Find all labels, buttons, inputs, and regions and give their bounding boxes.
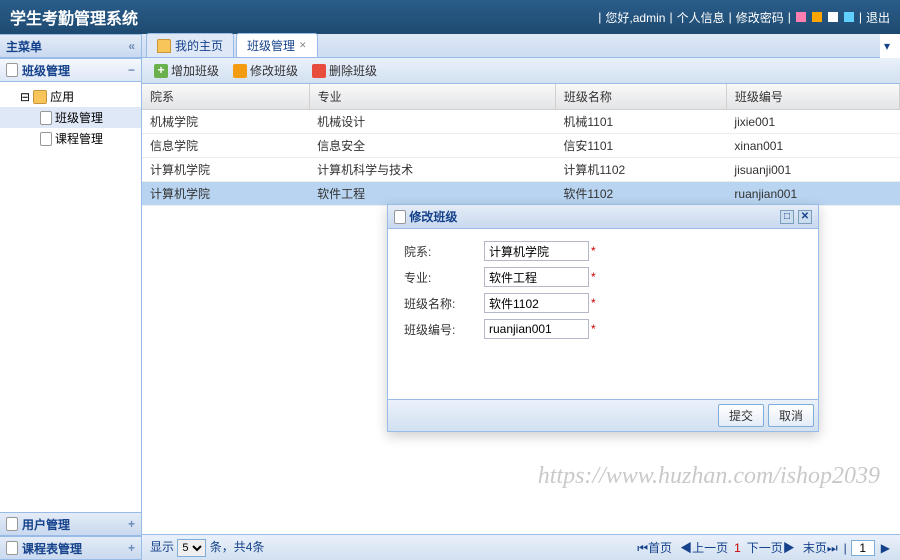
del-button[interactable]: 删除班级 [306,60,383,81]
page-icon [6,517,18,531]
greeting-text: 您好,admin [605,9,665,26]
theme-white[interactable] [828,12,838,22]
expand-icon: ⊟ [20,90,30,104]
tree-item-course[interactable]: 课程管理 [0,128,141,149]
required-icon: * [591,322,596,336]
theme-pink[interactable] [796,12,806,22]
input-dept[interactable] [484,241,589,261]
tab-menu-icon[interactable]: ▾ [880,39,894,53]
tree-item-class[interactable]: 班级管理 [0,107,141,128]
edit-icon [233,64,247,78]
sidebar: 主菜单 « 班级管理 − ⊟ 应用 班级管理 课程管理 用户管理 + [0,34,142,560]
first-page-button[interactable]: ⏮首页 [635,539,674,556]
col-class[interactable]: 班级名称 [555,84,726,110]
add-button[interactable]: +增加班级 [148,60,225,81]
dialog-body: 院系: * 专业: * 班级名称: * 班级编号: * [388,229,818,399]
grid-header: 院系 专业 班级名称 班级编号 [142,84,900,110]
col-code[interactable]: 班级编号 [726,84,899,110]
goto-button[interactable]: ▶ [879,541,892,555]
link-password[interactable]: 修改密码 [736,9,784,26]
page-icon [6,63,18,77]
label-dept: 院系: [404,243,484,260]
page-icon [40,111,52,125]
tree-root[interactable]: ⊟ 应用 [0,86,141,107]
table-row[interactable]: 机械学院机械设计机械1101jixie001 [142,110,900,134]
add-icon: + [154,64,168,78]
input-code[interactable] [484,319,589,339]
content: 我的主页 班级管理 ✕ ▾ +增加班级 修改班级 删除班级 院系 专业 班级名称… [142,34,900,560]
required-icon: * [591,270,596,284]
group-user[interactable]: 用户管理 + [0,512,141,536]
tab-class[interactable]: 班级管理 ✕ [236,33,318,57]
status-left: 显示 5 条，共4条 [150,538,264,557]
folder-icon [33,90,47,104]
last-page-button[interactable]: 末页⏭ [801,539,840,556]
page-icon [394,210,406,224]
toolbar: +增加班级 修改班级 删除班级 [142,58,900,84]
close-icon[interactable]: ✕ [798,210,812,224]
plus-icon[interactable]: + [128,541,135,555]
plus-icon[interactable]: + [128,517,135,531]
page-size-select[interactable]: 5 [177,539,206,557]
label-code: 班级编号: [404,321,484,338]
input-major[interactable] [484,267,589,287]
delete-icon [312,64,326,78]
edit-dialog: 修改班级 □ ✕ 院系: * 专业: * 班级名称: * 班级编号: * 提交 取消 [387,204,819,432]
group-schedule[interactable]: 课程表管理 + [0,536,141,560]
dialog-header[interactable]: 修改班级 □ ✕ [388,205,818,229]
greeting-divider: | [598,10,601,24]
theme-orange[interactable] [812,12,822,22]
dialog-footer: 提交 取消 [388,399,818,431]
tree: ⊟ 应用 班级管理 课程管理 [0,82,141,512]
next-page-button[interactable]: 下一页▶ [745,539,797,556]
edit-button[interactable]: 修改班级 [227,60,304,81]
app-header: 学生考勤管理系统 | 您好,admin | 个人信息 | 修改密码 | | 退出 [0,0,900,34]
header-links: | 您好,admin | 个人信息 | 修改密码 | | 退出 [598,9,890,26]
page-icon [40,132,52,146]
required-icon: * [591,244,596,258]
group-class[interactable]: 班级管理 − [0,58,141,82]
col-major[interactable]: 专业 [309,84,555,110]
table-row[interactable]: 信息学院信息安全信安1101xinan001 [142,134,900,158]
page-icon [6,541,18,555]
link-logout[interactable]: 退出 [866,9,890,26]
current-page: 1 [734,541,741,555]
cancel-button[interactable]: 取消 [768,404,814,427]
pagination: ⏮首页 ◀上一页 1 下一页▶ 末页⏭ | ▶ [635,539,892,556]
theme-blue[interactable] [844,12,854,22]
minus-icon[interactable]: − [128,63,135,77]
home-icon [157,39,171,53]
label-major: 专业: [404,269,484,286]
tab-home[interactable]: 我的主页 [146,33,234,57]
maximize-icon[interactable]: □ [780,210,794,224]
status-bar: 显示 5 条，共4条 ⏮首页 ◀上一页 1 下一页▶ 末页⏭ | ▶ [142,534,900,560]
col-dept[interactable]: 院系 [142,84,309,110]
table-row[interactable]: 计算机学院计算机科学与技术计算机1102jisuanji001 [142,158,900,182]
close-icon[interactable]: ✕ [299,40,307,51]
link-profile[interactable]: 个人信息 [677,9,725,26]
app-title: 学生考勤管理系统 [10,5,138,29]
input-class[interactable] [484,293,589,313]
goto-page-input[interactable] [851,540,875,556]
required-icon: * [591,296,596,310]
label-class: 班级名称: [404,295,484,312]
tab-bar: 我的主页 班级管理 ✕ [142,34,880,58]
table-row[interactable]: 计算机学院软件工程软件1102ruanjian001 [142,182,900,206]
prev-page-button[interactable]: ◀上一页 [678,539,730,556]
menu-header[interactable]: 主菜单 « [0,34,141,58]
collapse-icon[interactable]: « [128,39,135,53]
submit-button[interactable]: 提交 [718,404,764,427]
